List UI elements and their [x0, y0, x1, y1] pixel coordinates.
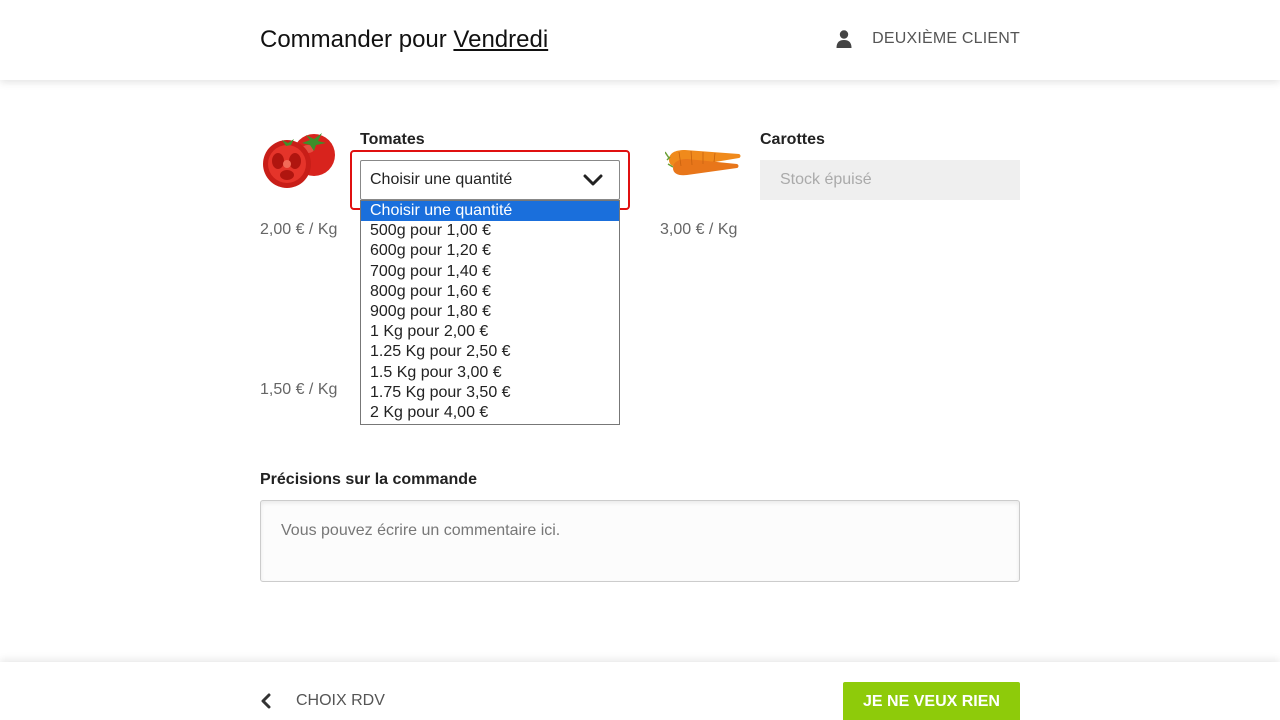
quantity-options-list: Choisir une quantité 500g pour 1,00 € 60…	[360, 200, 620, 425]
quantity-option[interactable]: 800g pour 1,60 €	[361, 282, 619, 302]
tomato-image	[263, 133, 335, 188]
product-name-tomatoes: Tomates	[360, 131, 425, 148]
quantity-option[interactable]: 1.25 Kg pour 2,50 €	[361, 342, 619, 362]
quantity-option[interactable]: Choisir une quantité	[361, 201, 619, 222]
quantity-option[interactable]: 1.5 Kg pour 3,00 €	[361, 363, 619, 383]
back-button[interactable]: CHOIX RDV	[260, 692, 385, 710]
chevron-left-icon	[261, 693, 271, 709]
carrot-image	[665, 150, 741, 176]
product-price-third: 1,50 € / Kg	[260, 381, 338, 398]
user-name: DEUXIÈME CLIENT	[872, 30, 1020, 47]
order-notes-label: Précisions sur la commande	[260, 471, 477, 488]
page-title: Commander pour Vendredi	[260, 26, 548, 54]
chevron-down-icon	[583, 174, 603, 186]
footer: CHOIX RDV JE NE VEUX RIEN	[0, 662, 1280, 720]
no-order-button[interactable]: JE NE VEUX RIEN	[843, 682, 1020, 720]
quantity-option[interactable]: 1.75 Kg pour 3,50 €	[361, 383, 619, 403]
quantity-option[interactable]: 2 Kg pour 4,00 €	[361, 403, 619, 423]
quantity-select-value: Choisir une quantité	[370, 171, 513, 188]
stock-status-carrots: Stock épuisé	[760, 160, 1020, 200]
header: Commander pour Vendredi DEUXIÈME CLIENT	[0, 0, 1280, 80]
user-icon	[836, 30, 852, 48]
quantity-select-tomatoes[interactable]: Choisir une quantité	[360, 160, 620, 200]
product-price-carrots: 3,00 € / Kg	[660, 221, 738, 238]
quantity-option[interactable]: 500g pour 1,00 €	[361, 221, 619, 241]
quantity-option[interactable]: 700g pour 1,40 €	[361, 262, 619, 282]
user-info[interactable]: DEUXIÈME CLIENT	[836, 30, 1020, 48]
page-title-prefix: Commander pour	[260, 26, 447, 53]
delivery-day-link[interactable]: Vendredi	[453, 26, 548, 53]
quantity-option[interactable]: 600g pour 1,20 €	[361, 241, 619, 261]
order-notes-textarea[interactable]	[260, 500, 1020, 582]
back-button-label: CHOIX RDV	[296, 692, 385, 709]
product-name-carrots: Carottes	[760, 131, 825, 148]
product-price-tomatoes: 2,00 € / Kg	[260, 221, 338, 238]
quantity-option[interactable]: 1 Kg pour 2,00 €	[361, 322, 619, 342]
quantity-option[interactable]: 900g pour 1,80 €	[361, 302, 619, 322]
